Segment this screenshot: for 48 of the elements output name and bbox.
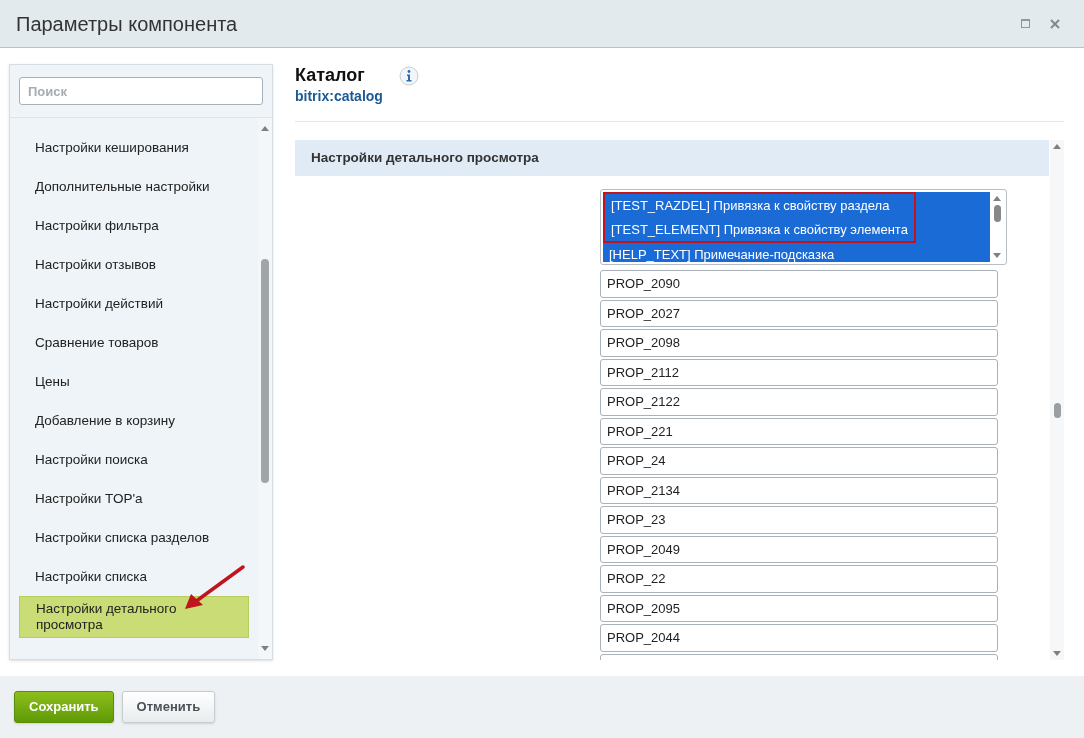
input-field[interactable]: PROP_2098: [600, 329, 998, 357]
input-field[interactable]: PROP_2112: [600, 358, 998, 386]
input-field[interactable]: PROP_2095: [600, 594, 998, 622]
sidebar-item[interactable]: Настройки списка: [19, 557, 249, 596]
sidebar-item[interactable]: Добавление в корзину: [19, 401, 249, 440]
input-field[interactable]: PROP_22: [600, 565, 998, 593]
window-title: Параметры компонента: [16, 11, 239, 37]
scroll-up-icon[interactable]: [1053, 144, 1061, 149]
info-icon[interactable]: [398, 66, 419, 86]
input-field[interactable]: PROP_221: [600, 417, 998, 445]
section-title: Настройки детального просмотра: [311, 148, 539, 167]
sidebar-item[interactable]: Настройки кеширования: [19, 128, 249, 167]
input-field[interactable]: PROP_2134: [600, 476, 998, 504]
close-icon[interactable]: [1050, 18, 1060, 29]
pointer-arrow: [183, 564, 245, 612]
input-field[interactable]: PROP_24: [600, 447, 998, 475]
input-field[interactable]: PROP_2122: [600, 388, 998, 416]
scroll-up-icon[interactable]: [261, 126, 269, 131]
cancel-button[interactable]: Отменить: [121, 691, 216, 723]
sidebar-item[interactable]: Настройки TOP'а: [19, 479, 249, 518]
multi-select-list[interactable]: [TEST_RAZDEL] Привязка к свойству раздела [TEST_ELEMENT] Привязка к свойству элемента [HELP_TEXT] Примечание-подсказка: [600, 189, 1007, 265]
scroll-down-icon[interactable]: [1053, 651, 1061, 656]
sidebar-item[interactable]: Настройки списка разделов: [19, 518, 249, 557]
component-code: bitrix:catalog: [295, 87, 383, 106]
input-field[interactable]: PROP_2044: [600, 624, 998, 652]
sidebar-item[interactable]: Цены: [19, 362, 249, 401]
search-field[interactable]: Поиск: [19, 77, 263, 105]
component-title: Каталог: [295, 64, 366, 86]
scrollbar-thumb[interactable]: [261, 259, 269, 483]
scrollbar-thumb[interactable]: [1053, 403, 1061, 418]
sidebar-item[interactable]: Дополнительные настройки: [19, 167, 249, 206]
sidebar-item[interactable]: Настройки фильтра: [19, 206, 249, 245]
scrollbar[interactable]: [1050, 140, 1064, 660]
input-field[interactable]: PROP_23: [600, 506, 998, 534]
scrollbar-thumb[interactable]: [993, 205, 1001, 222]
scroll-up-icon[interactable]: [993, 196, 1001, 201]
sidebar-item[interactable]: Настройки поиска: [19, 440, 249, 479]
scroll-down-icon[interactable]: [261, 646, 269, 651]
maximize-icon[interactable]: [1021, 19, 1030, 28]
sidebar-item[interactable]: Сравнение товаров: [19, 323, 249, 362]
scroll-down-icon[interactable]: [993, 253, 1001, 258]
input-field[interactable]: PROP_2049: [600, 535, 998, 563]
input-field[interactable]: PROP_2090: [600, 270, 998, 298]
scrollbar[interactable]: [258, 118, 272, 659]
input-field[interactable]: PROP_2027: [600, 299, 998, 327]
sidebar-item[interactable]: Настройки отзывов: [19, 245, 249, 284]
sidebar-item[interactable]: Настройки действий: [19, 284, 249, 323]
sidebar-item[interactable]: Настройки детального просмотра: [19, 596, 249, 638]
